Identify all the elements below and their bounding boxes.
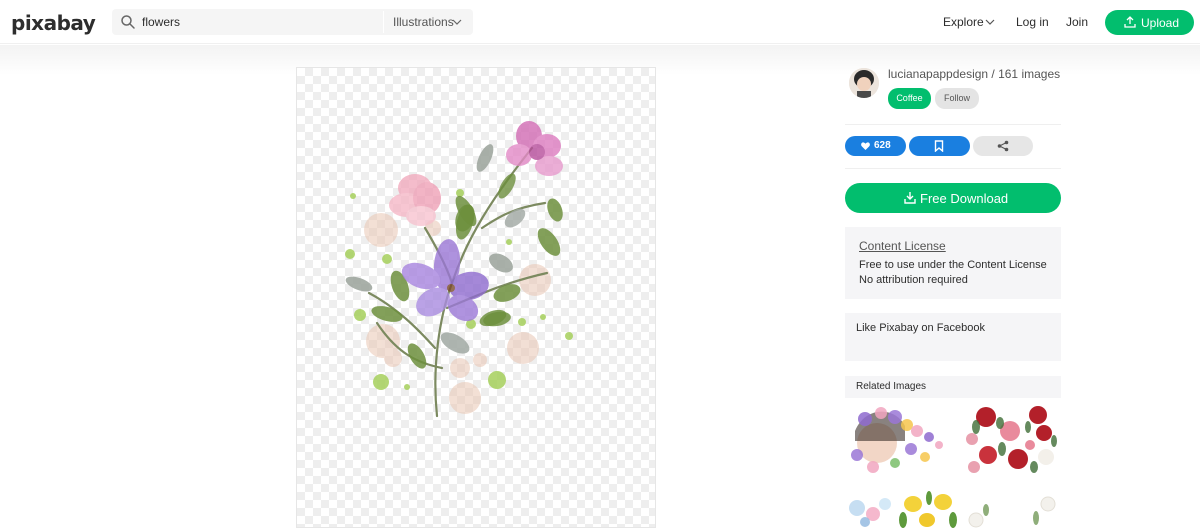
- nav-login[interactable]: Log in: [1016, 15, 1049, 29]
- upload-icon: [1124, 16, 1136, 28]
- license-panel: Content License Free to use under the Co…: [845, 227, 1061, 299]
- share-icon: [997, 140, 1009, 152]
- divider: [845, 124, 1061, 125]
- top-header: pixabay Illustrations Explore Log in Joi…: [0, 0, 1200, 44]
- facebook-like-text[interactable]: Like Pixabay on Facebook: [856, 322, 985, 334]
- divider: [845, 168, 1061, 169]
- free-download-button[interactable]: Free Download: [845, 183, 1061, 213]
- related-image-thumb[interactable]: [897, 490, 960, 528]
- chevron-down-icon[interactable]: [452, 17, 462, 27]
- heart-icon: [861, 142, 870, 150]
- search-bar[interactable]: Illustrations: [112, 9, 473, 35]
- facebook-panel: Like Pixabay on Facebook: [845, 313, 1061, 361]
- nav-join[interactable]: Join: [1066, 15, 1088, 29]
- attribution-text: No attribution required: [859, 274, 968, 286]
- like-button[interactable]: 628: [845, 136, 906, 156]
- watercolor-flowers-illustration: [345, 121, 573, 418]
- pixabay-logo[interactable]: pixabay: [11, 11, 96, 35]
- like-count: 628: [874, 140, 891, 151]
- share-button[interactable]: [973, 136, 1033, 156]
- upload-button[interactable]: Upload: [1105, 10, 1194, 35]
- chevron-down-icon[interactable]: [985, 17, 995, 27]
- follow-button[interactable]: Follow: [935, 88, 979, 109]
- search-icon[interactable]: [120, 14, 136, 30]
- author-avatar[interactable]: [849, 68, 879, 98]
- content-license-link[interactable]: Content License: [859, 239, 946, 253]
- download-label: Free Download: [920, 191, 1009, 206]
- search-input[interactable]: [142, 12, 382, 32]
- bookmark-icon: [934, 140, 944, 152]
- nav-explore[interactable]: Explore: [943, 15, 984, 29]
- related-images-title: Related Images: [856, 381, 927, 392]
- license-text: Free to use under the Content License: [859, 259, 1047, 271]
- download-icon: [904, 192, 916, 204]
- coffee-button[interactable]: Coffee: [888, 88, 931, 109]
- related-images-header: Related Images: [845, 376, 1061, 398]
- upload-label: Upload: [1141, 16, 1180, 30]
- author-name[interactable]: lucianapappdesign / 161 images: [888, 67, 1060, 81]
- main-image[interactable]: [296, 67, 656, 528]
- search-divider: [383, 11, 384, 33]
- search-type-select[interactable]: Illustrations: [393, 15, 454, 29]
- related-image-thumb[interactable]: [845, 490, 895, 528]
- related-image-thumb[interactable]: [958, 401, 1061, 481]
- related-image-thumb[interactable]: [845, 401, 950, 481]
- related-image-thumb[interactable]: [962, 490, 1061, 528]
- bookmark-button[interactable]: [909, 136, 970, 156]
